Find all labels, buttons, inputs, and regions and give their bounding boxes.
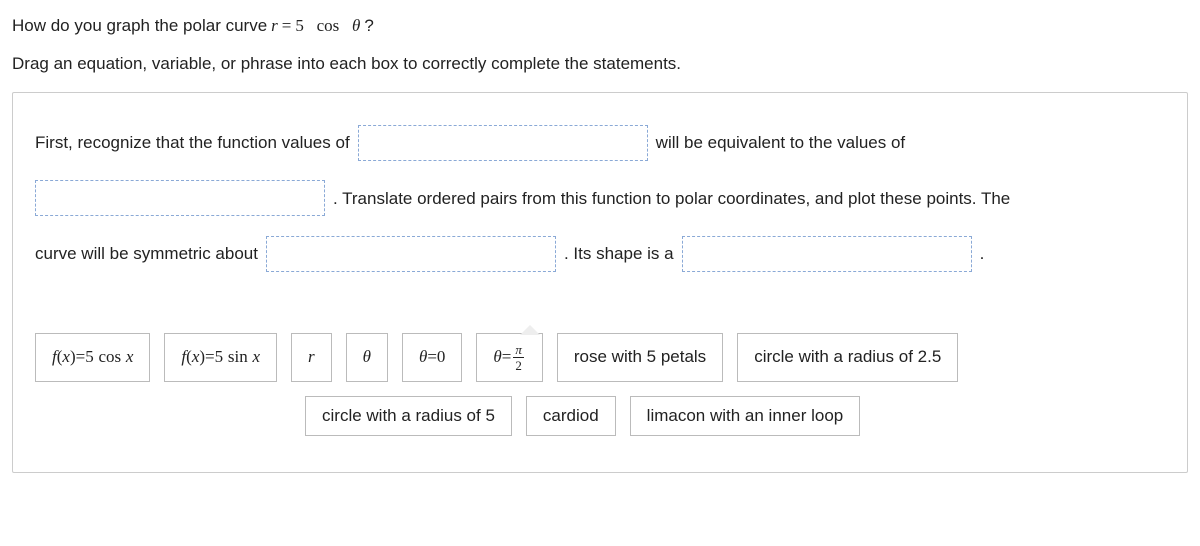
statement-part-1: First, recognize that the function value… — [35, 119, 350, 167]
dropzone-3[interactable] — [266, 236, 556, 272]
statement-panel: First, recognize that the function value… — [12, 92, 1188, 473]
c2-num: 5 — [215, 347, 224, 367]
question-prefix: How do you graph the polar curve — [12, 16, 267, 36]
choice-fx-5sinx[interactable]: f ( x ) = 5 sin x — [164, 333, 277, 382]
statement-part-5: . Its shape is a — [564, 230, 674, 278]
choices-area: f ( x ) = 5 cos x f ( x ) = 5 sin — [35, 318, 1165, 436]
dropzone-1[interactable] — [358, 125, 648, 161]
c9-text: circle with a radius of 5 — [322, 406, 495, 426]
dropzone-2[interactable] — [35, 180, 325, 216]
c1-x: x — [62, 347, 70, 367]
c8-text: circle with a radius of 2.5 — [754, 347, 941, 367]
eq-equals: = — [282, 16, 292, 36]
eq-lhs: r — [271, 16, 278, 36]
eq-rhs-var: θ — [352, 16, 360, 36]
c3-text: r — [308, 347, 315, 367]
statement-part-6: . — [980, 230, 985, 278]
c2-fn: sin — [228, 347, 248, 367]
choice-theta-eq-0[interactable]: θ = 0 — [402, 333, 462, 382]
c2-x: x — [192, 347, 200, 367]
choice-theta-eq-pi-over-2[interactable]: θ = π 2 — [476, 333, 542, 382]
c6-num: π — [513, 343, 524, 358]
c10-text: cardiod — [543, 406, 599, 426]
choice-fx-5cosx[interactable]: f ( x ) = 5 cos x — [35, 333, 150, 382]
fill-in-statement: First, recognize that the function value… — [35, 119, 1165, 278]
choice-row-2: circle with a radius of 5 cardiod limaco… — [35, 396, 1165, 436]
dropzone-4[interactable] — [682, 236, 972, 272]
choice-theta[interactable]: θ — [346, 333, 388, 382]
question-text: How do you graph the polar curve r = 5 c… — [12, 16, 1188, 36]
c5-lhs: θ — [419, 347, 427, 367]
c2-eq: = — [205, 347, 215, 367]
choice-limacon-inner-loop[interactable]: limacon with an inner loop — [630, 396, 861, 436]
c7-text: rose with 5 petals — [574, 347, 706, 367]
choice-circle-radius-2-5[interactable]: circle with a radius of 2.5 — [737, 333, 958, 382]
choice-r[interactable]: r — [291, 333, 332, 382]
c11-text: limacon with an inner loop — [647, 406, 844, 426]
statement-part-3: . Translate ordered pairs from this func… — [333, 175, 1010, 223]
c2-var: x — [252, 347, 260, 367]
eq-rhs-fn: cos — [317, 16, 340, 36]
c1-num: 5 — [85, 347, 94, 367]
c1-eq: = — [76, 347, 86, 367]
choice-rose-5-petals[interactable]: rose with 5 petals — [557, 333, 723, 382]
choice-row-1: f ( x ) = 5 cos x f ( x ) = 5 sin — [35, 333, 1165, 382]
c5-rhs: 0 — [437, 347, 446, 367]
question-suffix: ? — [364, 16, 373, 36]
c1-fn: cos — [98, 347, 121, 367]
instructions-text: Drag an equation, variable, or phrase in… — [12, 54, 1188, 74]
c1-var: x — [126, 347, 134, 367]
c6-eq: = — [502, 347, 512, 367]
eq-rhs-num: 5 — [295, 16, 304, 36]
c6-frac: π 2 — [513, 343, 524, 372]
choice-circle-radius-5[interactable]: circle with a radius of 5 — [305, 396, 512, 436]
choice-cardiod[interactable]: cardiod — [526, 396, 616, 436]
statement-part-2: will be equivalent to the values of — [656, 119, 906, 167]
c6-lhs: θ — [493, 347, 501, 367]
c6-den: 2 — [513, 358, 524, 372]
statement-part-4: curve will be symmetric about — [35, 230, 258, 278]
c4-text: θ — [363, 347, 371, 367]
choices-notch — [520, 325, 540, 335]
c5-eq: = — [427, 347, 437, 367]
